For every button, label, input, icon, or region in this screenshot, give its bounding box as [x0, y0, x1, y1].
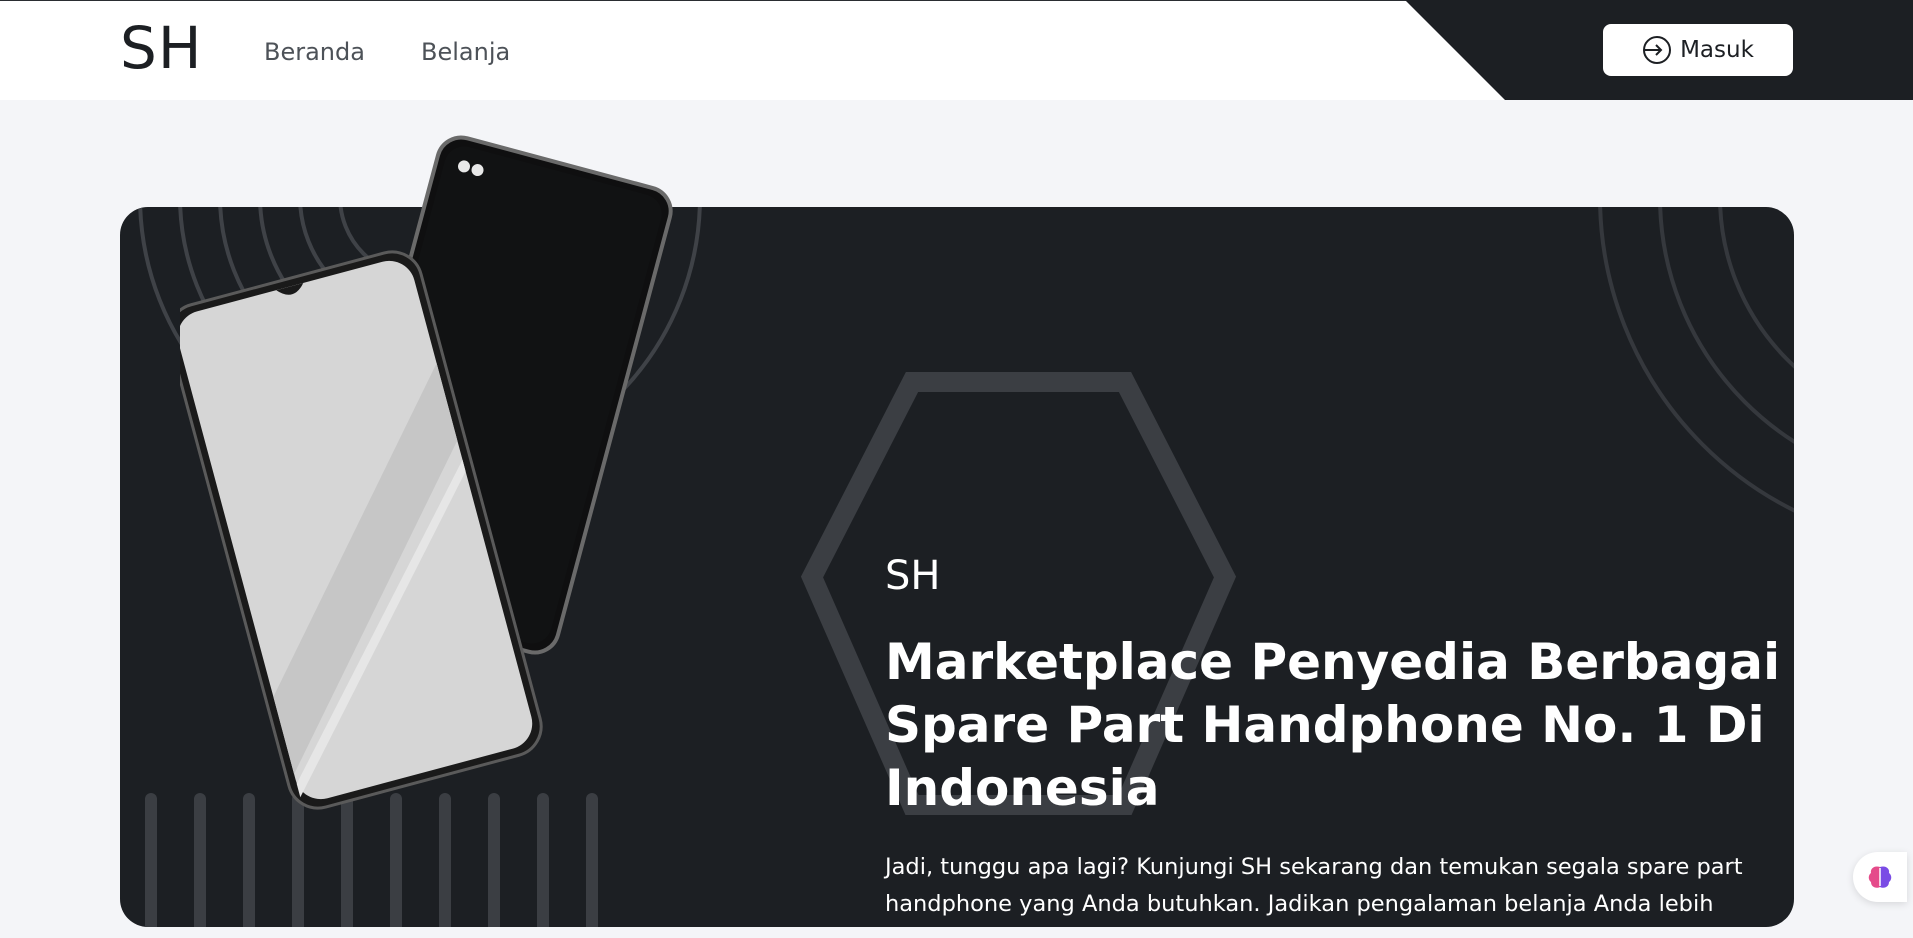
hero-description: Jadi, tunggu apa lagi? Kunjungi SH sekar…: [885, 854, 1743, 917]
logo[interactable]: SH: [120, 13, 202, 83]
hero-subtitle: SH: [885, 553, 941, 599]
nav-link-belanja[interactable]: Belanja: [421, 37, 510, 67]
login-button[interactable]: Masuk: [1603, 24, 1793, 76]
brain-assistant-icon: [1868, 866, 1892, 888]
hero-title: Marketplace Penyedia Berbagai Spare Part…: [885, 633, 1781, 817]
nav-link-beranda[interactable]: Beranda: [264, 37, 365, 67]
assistant-button[interactable]: [1853, 852, 1907, 902]
login-label: Masuk: [1680, 37, 1754, 63]
smartphones-illustration: [180, 135, 673, 810]
login-arrow-icon: [1642, 35, 1672, 65]
